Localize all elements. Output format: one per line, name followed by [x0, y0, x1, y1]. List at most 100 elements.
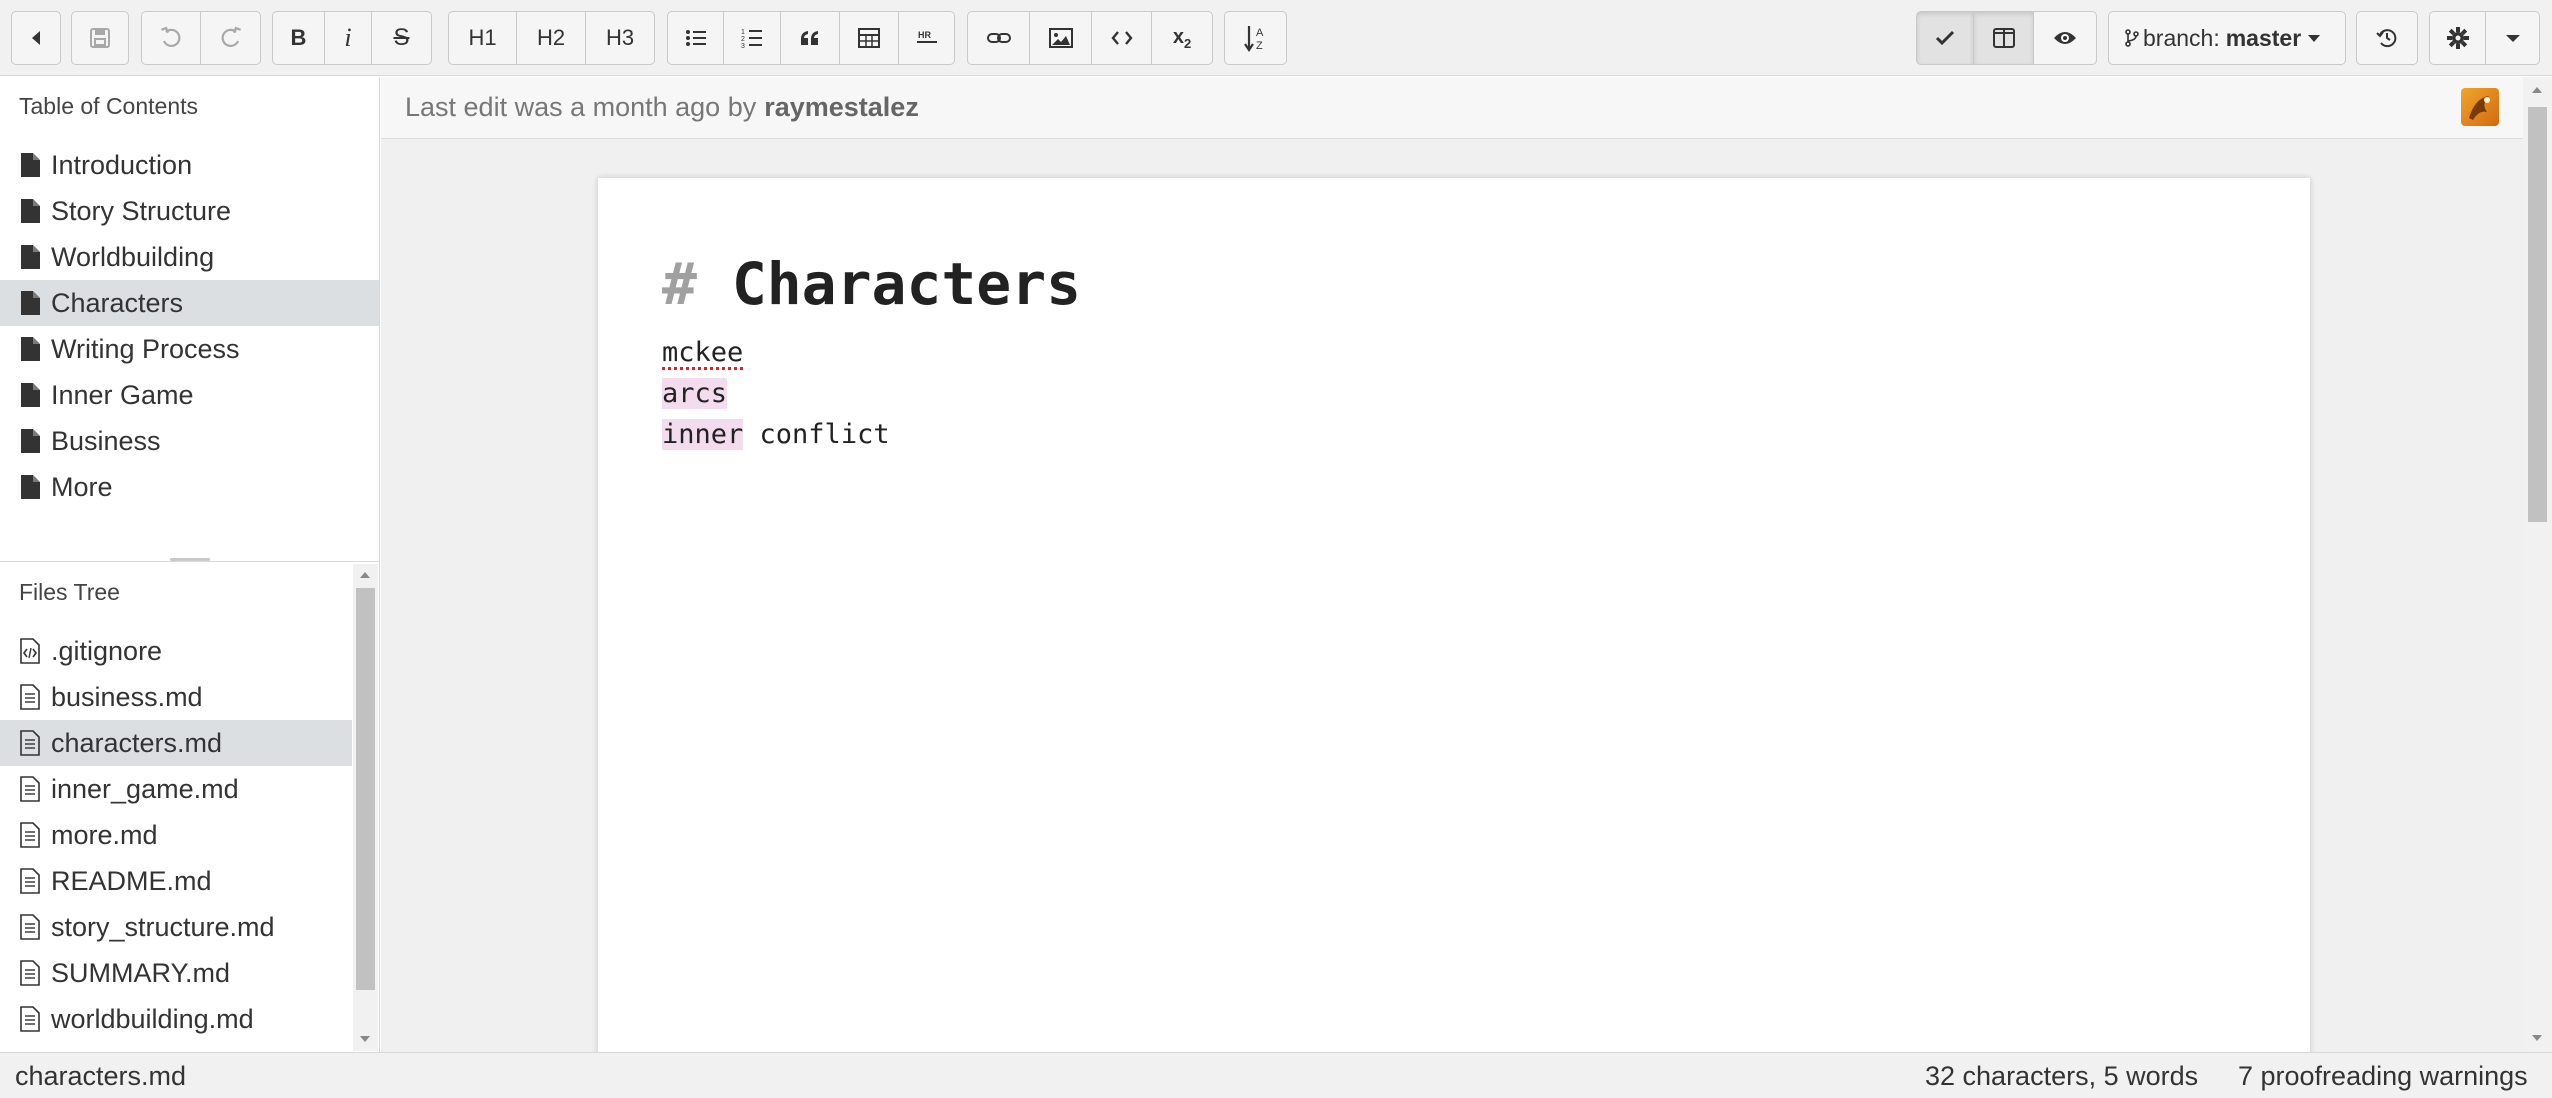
user-avatar[interactable]	[2461, 88, 2499, 126]
file-item[interactable]: README.md	[0, 858, 352, 904]
file-item[interactable]: inner_game.md	[0, 766, 352, 812]
scroll-up-arrow-icon[interactable]	[360, 572, 370, 578]
resize-handle[interactable]	[170, 558, 210, 561]
file-item[interactable]: characters.md	[0, 720, 352, 766]
h1-label: H1	[468, 25, 497, 50]
split-view-button[interactable]	[1974, 11, 2034, 65]
scroll-up-arrow-icon[interactable]	[2532, 87, 2542, 93]
toc-item[interactable]: Introduction	[0, 142, 379, 188]
status-filename: characters.md	[15, 1061, 187, 1091]
svg-text:3: 3	[741, 43, 745, 49]
toc-item[interactable]: Characters	[0, 280, 379, 326]
redo-icon	[221, 26, 241, 48]
file-item[interactable]: SUMMARY.md	[0, 950, 352, 996]
file-item[interactable]: .gitignore	[0, 628, 352, 674]
h3-label: H3	[605, 25, 635, 50]
settings-button[interactable]	[2429, 11, 2486, 65]
insert-group: x2	[967, 11, 1213, 65]
sort-button[interactable]: AZ	[1224, 11, 1287, 65]
file-item-label: .gitignore	[51, 635, 163, 666]
h2-label: H2	[536, 25, 566, 50]
heading-text: Characters	[731, 250, 1082, 318]
misspelled-word[interactable]: mckee	[662, 337, 743, 368]
status-warnings[interactable]: 7 proofreading warnings	[2238, 1061, 2528, 1092]
editor-line-3[interactable]: inner conflict	[662, 419, 890, 450]
history-icon	[2376, 29, 2397, 48]
document-icon	[21, 337, 40, 361]
last-edit-author[interactable]: raymestalez	[764, 92, 919, 123]
heading-marker: #	[662, 250, 697, 318]
h3-button[interactable]: H3	[586, 11, 655, 65]
plain-text: conflict	[743, 419, 890, 450]
toc-item[interactable]: Writing Process	[0, 326, 379, 372]
last-edit-bar: Last edit was a month ago by raymestalez	[381, 77, 2523, 139]
code-file-icon	[20, 638, 40, 664]
bold-icon: B	[290, 25, 307, 50]
table-button[interactable]	[840, 11, 899, 65]
redo-button[interactable]	[201, 11, 261, 65]
status-bar: characters.md 32 characters, 5 words 7 p…	[0, 1052, 2552, 1098]
editor-line-2[interactable]: arcs	[662, 378, 728, 409]
check-button[interactable]	[1916, 11, 1974, 65]
code-button[interactable]	[1092, 11, 1152, 65]
scroll-down-arrow-icon[interactable]	[360, 1036, 370, 1042]
toc-item[interactable]: Worldbuilding	[0, 234, 379, 280]
h2-button[interactable]: H2	[517, 11, 586, 65]
svg-text:A: A	[1256, 27, 1264, 39]
highlighted-word[interactable]: inner	[662, 419, 744, 450]
toc-item-label: Story Structure	[51, 195, 232, 226]
file-item[interactable]: worldbuilding.md	[0, 996, 352, 1042]
numbered-list-button[interactable]: 123	[724, 11, 781, 65]
quote-icon	[801, 31, 818, 45]
h1-button[interactable]: H1	[448, 11, 517, 65]
scroll-down-arrow-icon[interactable]	[2532, 1035, 2542, 1041]
text-file-icon	[20, 1006, 40, 1032]
gear-icon	[2446, 27, 2469, 49]
toc-item[interactable]: Business	[0, 418, 379, 464]
text-file-icon	[20, 822, 40, 848]
bold-button[interactable]: B	[272, 11, 325, 65]
toc-item[interactable]: More	[0, 464, 379, 510]
editor-line-1[interactable]: mckee	[662, 337, 743, 368]
highlighted-word[interactable]: arcs	[662, 378, 728, 409]
svg-text:2: 2	[741, 36, 745, 43]
history-button[interactable]	[2356, 11, 2418, 65]
heading-group: H1 H2 H3	[448, 11, 655, 65]
numbered-list-icon: 123	[741, 29, 762, 49]
file-item-label: worldbuilding.md	[51, 1003, 254, 1034]
back-button[interactable]	[11, 11, 61, 65]
undo-button[interactable]	[141, 11, 201, 65]
more-menu-button[interactable]	[2486, 11, 2540, 65]
quote-button[interactable]	[781, 11, 840, 65]
editor-scrollbar[interactable]	[2523, 77, 2552, 1052]
git-branch-icon	[2125, 29, 2139, 47]
save-button[interactable]	[71, 11, 129, 65]
file-item[interactable]: more.md	[0, 812, 352, 858]
branch-label: branch:	[2143, 24, 2220, 51]
editor-heading[interactable]: # Characters	[662, 250, 1081, 318]
subscript-button[interactable]: x2	[1152, 11, 1213, 65]
svg-text:1: 1	[741, 29, 745, 36]
toc-item[interactable]: Inner Game	[0, 372, 379, 418]
toc-item[interactable]: Story Structure	[0, 188, 379, 234]
branch-dropdown[interactable]: branch: master	[2108, 11, 2346, 65]
settings-group	[2429, 11, 2540, 65]
subscript-icon: x2	[1172, 25, 1192, 51]
format-group: B i S	[272, 11, 432, 65]
file-item[interactable]: story_structure.md	[0, 904, 352, 950]
bullet-list-button[interactable]	[667, 11, 724, 65]
link-button[interactable]	[967, 11, 1030, 65]
strikethrough-button[interactable]: S	[372, 11, 432, 65]
italic-button[interactable]: i	[325, 11, 372, 65]
horizontal-rule-button[interactable]: HR	[899, 11, 955, 65]
image-button[interactable]	[1030, 11, 1092, 65]
toolbar: B i S H1 H2 H3 123 HR x2 A Z branch: mas…	[0, 0, 2552, 76]
editor-scrollbar-thumb[interactable]	[2528, 107, 2547, 522]
bullet-list-icon	[685, 30, 706, 46]
file-item[interactable]: business.md	[0, 674, 352, 720]
files-scrollbar[interactable]	[353, 564, 378, 1051]
sort-az-icon: AZ	[1243, 26, 1264, 52]
italic-icon: i	[344, 23, 352, 52]
files-scrollbar-thumb[interactable]	[356, 588, 375, 990]
preview-button[interactable]	[2034, 11, 2097, 65]
